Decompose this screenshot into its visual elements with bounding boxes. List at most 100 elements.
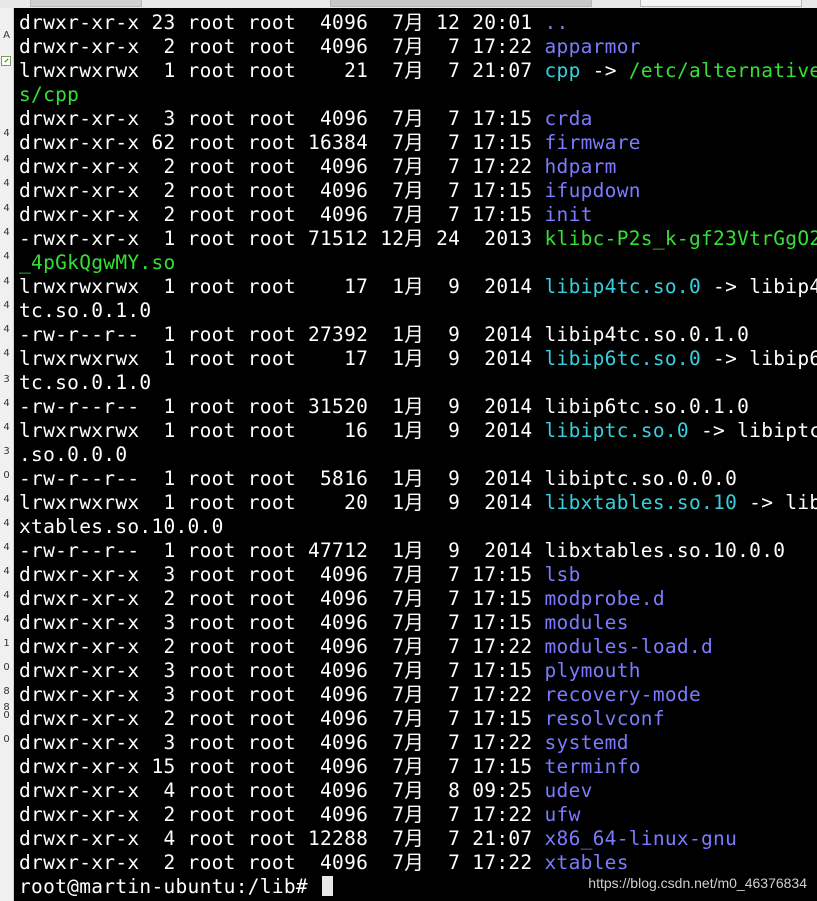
gutter-char: 4 <box>3 251 10 262</box>
symlink-arrow: -> <box>688 419 738 442</box>
file-name: apparmor <box>544 35 641 58</box>
text-cursor <box>322 876 333 896</box>
file-metadata: xtables.so.10.0.0 <box>19 515 224 538</box>
file-metadata: drwxr-xr-x 4 root root 4096 7月 8 09:25 <box>19 779 545 802</box>
terminal-window[interactable]: drwxr-xr-x 23 root root 4096 7月 12 20:01… <box>14 8 817 901</box>
window-tab[interactable] <box>640 0 802 7</box>
gutter-char: 0 <box>3 662 10 673</box>
file-name: libxtables.so.10 <box>544 491 738 514</box>
window-tab[interactable] <box>30 0 142 7</box>
terminal-line: lrwxrwxrwx 1 root root 20 1月 9 2014 libx… <box>19 491 817 515</box>
gutter-char: 8 <box>3 686 10 697</box>
terminal-line: lrwxrwxrwx 1 root root 17 1月 9 2014 libi… <box>19 275 817 299</box>
file-metadata: drwxr-xr-x 2 root root 4096 7月 7 17:22 <box>19 635 545 658</box>
file-metadata: drwxr-xr-x 2 root root 4096 7月 7 17:15 <box>19 203 545 226</box>
terminal-line: drwxr-xr-x 2 root root 4096 7月 7 17:22 a… <box>19 35 817 59</box>
file-metadata: lrwxrwxrwx 1 root root 21 7月 7 21:07 <box>19 59 545 82</box>
file-metadata: drwxr-xr-x 2 root root 4096 7月 7 17:15 <box>19 587 545 610</box>
terminal-line: drwxr-xr-x 4 root root 12288 7月 7 21:07 … <box>19 827 817 851</box>
symlink-target: libip4 <box>749 275 817 298</box>
terminal-line: -rw-r--r-- 1 root root 47712 1月 9 2014 l… <box>19 539 817 563</box>
file-metadata: drwxr-xr-x 2 root root 4096 7月 7 17:15 <box>19 179 545 202</box>
file-name: hdparm <box>544 155 617 178</box>
terminal-line: drwxr-xr-x 2 root root 4096 7月 7 17:15 m… <box>19 587 817 611</box>
file-name: libiptc.so.0.0.0 <box>544 467 738 490</box>
file-name: crda <box>544 107 593 130</box>
gutter-char: 3 <box>3 374 10 385</box>
terminal-line: drwxr-xr-x 4 root root 4096 7月 8 09:25 u… <box>19 779 817 803</box>
gutter-char: 4 <box>3 154 10 165</box>
file-name: xtables <box>544 851 629 874</box>
gutter-char: 4 <box>3 398 10 409</box>
file-metadata: drwxr-xr-x 2 root root 4096 7月 7 17:22 <box>19 803 545 826</box>
file-name: libip4tc.so.0.1.0 <box>544 323 750 346</box>
file-metadata: lrwxrwxrwx 1 root root 17 1月 9 2014 <box>19 275 545 298</box>
terminal-line: s/cpp <box>19 83 817 107</box>
terminal-line: .so.0.0.0 <box>19 443 817 467</box>
terminal-line: drwxr-xr-x 2 root root 4096 7月 7 17:15 i… <box>19 179 817 203</box>
gutter-char: 4 <box>3 203 10 214</box>
file-name: cpp <box>544 59 581 82</box>
file-metadata: drwxr-xr-x 3 root root 4096 7月 7 17:22 <box>19 731 545 754</box>
gutter-char: 4 <box>3 178 10 189</box>
file-name: modprobe.d <box>544 587 665 610</box>
file-metadata: drwxr-xr-x 3 root root 4096 7月 7 17:22 <box>19 683 545 706</box>
file-metadata: lrwxrwxrwx 1 root root 16 1月 9 2014 <box>19 419 545 442</box>
file-name: plymouth <box>544 659 641 682</box>
file-metadata: drwxr-xr-x 2 root root 4096 7月 7 17:22 <box>19 851 545 874</box>
file-metadata: drwxr-xr-x 2 root root 4096 7月 7 17:22 <box>19 155 545 178</box>
symlink-arrow: -> <box>737 491 786 514</box>
terminal-line: -rwxr-xr-x 1 root root 71512 12月 24 2013… <box>19 227 817 251</box>
symlink-target: /etc/alternative <box>628 59 817 82</box>
terminal-line: drwxr-xr-x 3 root root 4096 7月 7 17:15 l… <box>19 563 817 587</box>
gutter-char: 0 <box>3 734 10 745</box>
gutter-char: 4 <box>3 128 10 139</box>
symlink-arrow: -> <box>701 347 750 370</box>
terminal-line: drwxr-xr-x 3 root root 4096 7月 7 17:15 p… <box>19 659 817 683</box>
file-name: _4pGkQgwMY.so <box>19 251 176 274</box>
symlink-arrow: -> <box>580 59 629 82</box>
terminal-line: drwxr-xr-x 2 root root 4096 7月 7 17:22 m… <box>19 635 817 659</box>
terminal-line: drwxr-xr-x 15 root root 4096 7月 7 17:15 … <box>19 755 817 779</box>
gutter-char: 0 <box>3 470 10 481</box>
watermark: https://blog.csdn.net/m0_46376834 <box>588 875 807 891</box>
file-metadata: drwxr-xr-x 3 root root 4096 7月 7 17:15 <box>19 611 545 634</box>
file-metadata: drwxr-xr-x 15 root root 4096 7月 7 17:15 <box>19 755 545 778</box>
gutter-char: 4 <box>3 518 10 529</box>
symlink-arrow: -> <box>701 275 750 298</box>
file-metadata: drwxr-xr-x 3 root root 4096 7月 7 17:15 <box>19 563 545 586</box>
gutter-char: 4 <box>3 276 10 287</box>
terminal-line: -rw-r--r-- 1 root root 31520 1月 9 2014 l… <box>19 395 817 419</box>
file-name: libip6tc.so.0 <box>544 347 702 370</box>
gutter-char: 4 <box>3 542 10 553</box>
shell-prompt: root@martin-ubuntu:/lib# <box>19 875 320 898</box>
terminal-line: drwxr-xr-x 3 root root 4096 7月 7 17:15 c… <box>19 107 817 131</box>
terminal-line: drwxr-xr-x 2 root root 4096 7月 7 17:22 h… <box>19 155 817 179</box>
edit-icon[interactable] <box>1 56 11 66</box>
terminal-line: drwxr-xr-x 2 root root 4096 7月 7 17:15 i… <box>19 203 817 227</box>
file-metadata: drwxr-xr-x 2 root root 4096 7月 7 17:15 <box>19 707 545 730</box>
left-editor-gutter: A444444444434430444444108008 <box>0 8 14 901</box>
gutter-char: 8 <box>3 702 10 713</box>
file-metadata: -rw-r--r-- 1 root root 47712 1月 9 2014 <box>19 539 545 562</box>
file-metadata: lrwxrwxrwx 1 root root 17 1月 9 2014 <box>19 347 545 370</box>
file-name: s/cpp <box>19 83 80 106</box>
terminal-line: lrwxrwxrwx 1 root root 16 1月 9 2014 libi… <box>19 419 817 443</box>
symlink-target: lib <box>785 491 817 514</box>
terminal-line: drwxr-xr-x 3 root root 4096 7月 7 17:22 r… <box>19 683 817 707</box>
gutter-char: 4 <box>3 614 10 625</box>
file-name: modules-load.d <box>544 635 714 658</box>
file-name: libip4tc.so.0 <box>544 275 702 298</box>
gutter-char: 4 <box>3 494 10 505</box>
file-name: lsb <box>544 563 581 586</box>
symlink-target: libiptc <box>737 419 817 442</box>
terminal-line: _4pGkQgwMY.so <box>19 251 817 275</box>
terminal-line: drwxr-xr-x 2 root root 4096 7月 7 17:22 u… <box>19 803 817 827</box>
file-name: init <box>544 203 593 226</box>
gutter-char: 3 <box>3 446 10 457</box>
gutter-char: A <box>3 30 10 41</box>
file-name: resolvconf <box>544 707 665 730</box>
terminal-line: drwxr-xr-x 3 root root 4096 7月 7 17:15 m… <box>19 611 817 635</box>
gutter-char: 1 <box>3 638 10 649</box>
window-tab[interactable] <box>330 0 592 7</box>
